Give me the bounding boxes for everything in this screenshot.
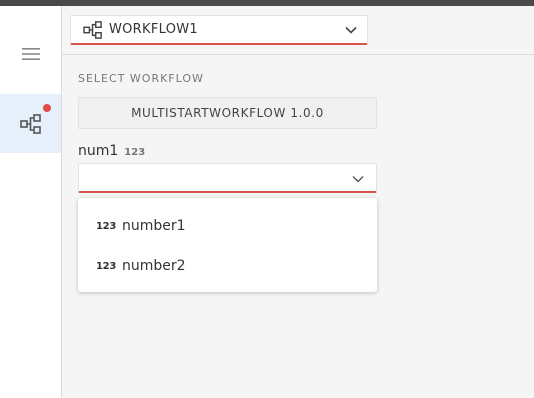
workflow-version-button[interactable]: MULTISTARTWORKFLOW 1.0.0 — [78, 97, 377, 129]
hamburger-menu-icon — [21, 48, 40, 60]
field-label: num1 123 — [78, 143, 145, 159]
sidebar-item-workflows[interactable] — [0, 94, 61, 153]
chevron-down-icon — [352, 176, 364, 183]
num1-select[interactable] — [78, 163, 377, 193]
workflow-icon — [83, 20, 102, 39]
section-label: SELECT WORKFLOW — [78, 72, 204, 85]
field-name: num1 — [78, 143, 119, 159]
number-type-icon: 123 — [96, 220, 116, 232]
option-label: number1 — [122, 218, 186, 234]
dropdown-option-number2[interactable]: 123 number2 — [78, 246, 377, 286]
sidebar-menu-button[interactable] — [0, 32, 61, 76]
header: WORKFLOW1 — [62, 6, 534, 55]
sidebar — [0, 6, 62, 398]
workflow-select-label: WORKFLOW1 — [109, 22, 198, 37]
number-type-icon: 123 — [124, 147, 146, 158]
workflow-icon — [19, 113, 41, 134]
option-label: number2 — [122, 258, 186, 274]
chevron-down-icon — [345, 26, 357, 34]
workflow-select[interactable]: WORKFLOW1 — [70, 15, 368, 45]
dropdown-menu: 123 number1 123 number2 — [78, 198, 377, 292]
dropdown-option-number1[interactable]: 123 number1 — [78, 206, 377, 246]
notification-badge — [43, 104, 51, 112]
number-type-icon: 123 — [96, 260, 116, 272]
